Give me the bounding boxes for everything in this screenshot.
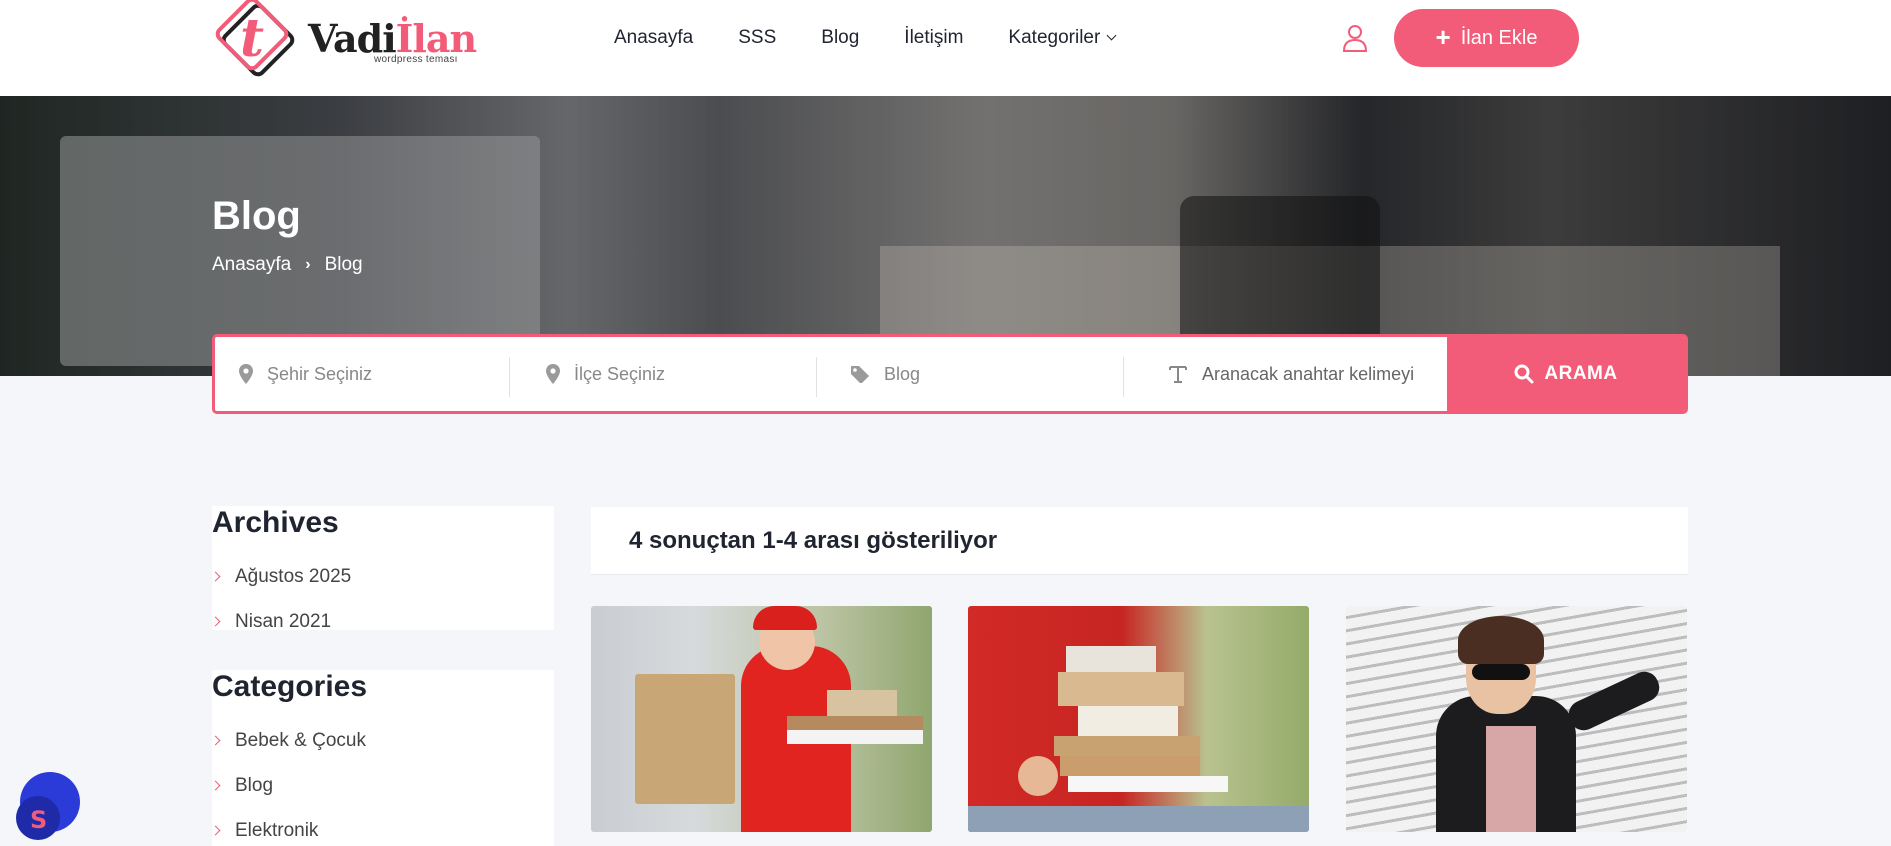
keyword-input[interactable]: Aranacak anahtar kelimeyi (1124, 337, 1450, 411)
thumbnail-shape (1564, 667, 1664, 735)
plus-icon: + (1435, 21, 1451, 52)
main-nav: Anasayfa SSS Blog İletişim Kategoriler (614, 26, 1117, 50)
hero-background-shape (60, 136, 540, 366)
city-select[interactable]: Şehir Seçiniz (215, 337, 510, 411)
chevron-right-icon (210, 616, 221, 627)
thumbnail-shape (1054, 736, 1200, 756)
keyword-input-placeholder: Aranacak anahtar kelimeyi (1202, 363, 1415, 384)
archives-title: Archives (212, 506, 339, 539)
user-icon[interactable] (1342, 24, 1368, 52)
nav-item-sss[interactable]: SSS (738, 26, 776, 50)
map-pin-icon (239, 364, 253, 384)
support-widget-icon[interactable]: S (12, 770, 82, 840)
archives-widget: Archives Ağustos 2025 Nisan 2021 (210, 506, 554, 632)
svg-text:S: S (30, 806, 47, 834)
post-thumbnail[interactable] (1346, 606, 1687, 832)
add-listing-label: İlan Ekle (1460, 26, 1538, 49)
list-item[interactable]: Nisan 2021 (210, 599, 351, 644)
categories-widget: Categories Bebek & Çocuk Blog Elektronik (210, 670, 554, 846)
search-bar: Şehir Seçiniz İlçe Seçiniz Blog Aranacak… (212, 334, 1688, 414)
map-pin-icon (546, 364, 560, 384)
category-select-value: Blog (884, 363, 921, 384)
nav-item-anasayfa[interactable]: Anasayfa (614, 26, 693, 50)
nav-item-blog[interactable]: Blog (821, 26, 859, 50)
chevron-right-icon: › (305, 256, 311, 273)
thumbnail-shape (827, 690, 897, 716)
text-icon (1169, 366, 1187, 383)
category-link[interactable]: Bebek & Çocuk (235, 730, 366, 752)
thumbnail-shape (968, 806, 1309, 832)
thumbnail-shape (753, 606, 817, 630)
results-summary-bar: 4 sonuçtan 1-4 arası gösteriliyor (591, 507, 1688, 575)
categories-title: Categories (212, 670, 368, 703)
archives-list: Ağustos 2025 Nisan 2021 (210, 554, 351, 644)
archive-link[interactable]: Ağustos 2025 (235, 566, 351, 588)
district-select[interactable]: İlçe Seçiniz (510, 337, 817, 411)
logo-tagline: wordpress teması (374, 54, 458, 65)
chevron-right-icon (210, 571, 221, 582)
search-icon (1514, 364, 1534, 384)
thumbnail-shape (1018, 756, 1058, 796)
thumbnail-shape (1078, 706, 1178, 736)
thumbnail-shape (1058, 672, 1184, 706)
nav-dropdown-label: Kategoriler (1008, 27, 1101, 48)
breadcrumb-current: Blog (324, 254, 363, 275)
add-listing-button[interactable]: + İlan Ekle (1394, 9, 1579, 67)
post-thumbnail[interactable] (591, 606, 932, 832)
city-select-placeholder: Şehir Seçiniz (267, 363, 373, 384)
search-button[interactable]: ARAMA (1447, 337, 1685, 411)
thumbnail-shape (1066, 646, 1156, 672)
category-link[interactable]: Elektronik (235, 820, 318, 842)
thumbnail-shape (1068, 776, 1228, 792)
tag-icon (851, 366, 869, 383)
breadcrumb: Anasayfa › Blog (212, 254, 363, 276)
list-item[interactable]: Blog (210, 763, 366, 808)
results-summary: 4 sonuçtan 1-4 arası gösteriliyor (629, 526, 998, 554)
thumbnail-shape (787, 730, 923, 744)
category-select[interactable]: Blog (817, 337, 1124, 411)
categories-list: Bebek & Çocuk Blog Elektronik (210, 718, 366, 846)
thumbnail-shape (1472, 664, 1530, 680)
chevron-down-icon (1106, 30, 1117, 41)
svg-text:t: t (240, 8, 264, 69)
thumbnail-shape (635, 674, 735, 804)
list-item[interactable]: Ağustos 2025 (210, 554, 351, 599)
chevron-right-icon (210, 780, 221, 791)
list-item[interactable]: Bebek & Çocuk (210, 718, 366, 763)
post-thumbnail[interactable] (968, 606, 1309, 832)
page-title: Blog (212, 194, 301, 238)
chevron-right-icon (210, 735, 221, 746)
district-select-placeholder: İlçe Seçiniz (574, 363, 666, 384)
search-button-label: ARAMA (1544, 363, 1618, 384)
chevron-right-icon (210, 825, 221, 836)
list-item[interactable]: Elektronik (210, 808, 366, 846)
logo-mark-icon: t (215, 0, 295, 77)
nav-item-iletisim[interactable]: İletişim (904, 26, 963, 50)
thumbnail-shape (1060, 756, 1200, 776)
thumbnail-shape (1486, 726, 1536, 832)
breadcrumb-home-link[interactable]: Anasayfa (212, 254, 291, 276)
thumbnail-shape (1458, 616, 1544, 664)
category-link[interactable]: Blog (235, 775, 273, 797)
site-logo[interactable]: t Vadiİlan wordpress teması (212, 0, 477, 86)
site-header: t Vadiİlan wordpress teması Anasayfa SSS… (0, 0, 1891, 96)
thumbnail-shape (787, 716, 923, 730)
archive-link[interactable]: Nisan 2021 (235, 611, 331, 633)
nav-item-kategoriler[interactable]: Kategoriler (1008, 26, 1117, 50)
